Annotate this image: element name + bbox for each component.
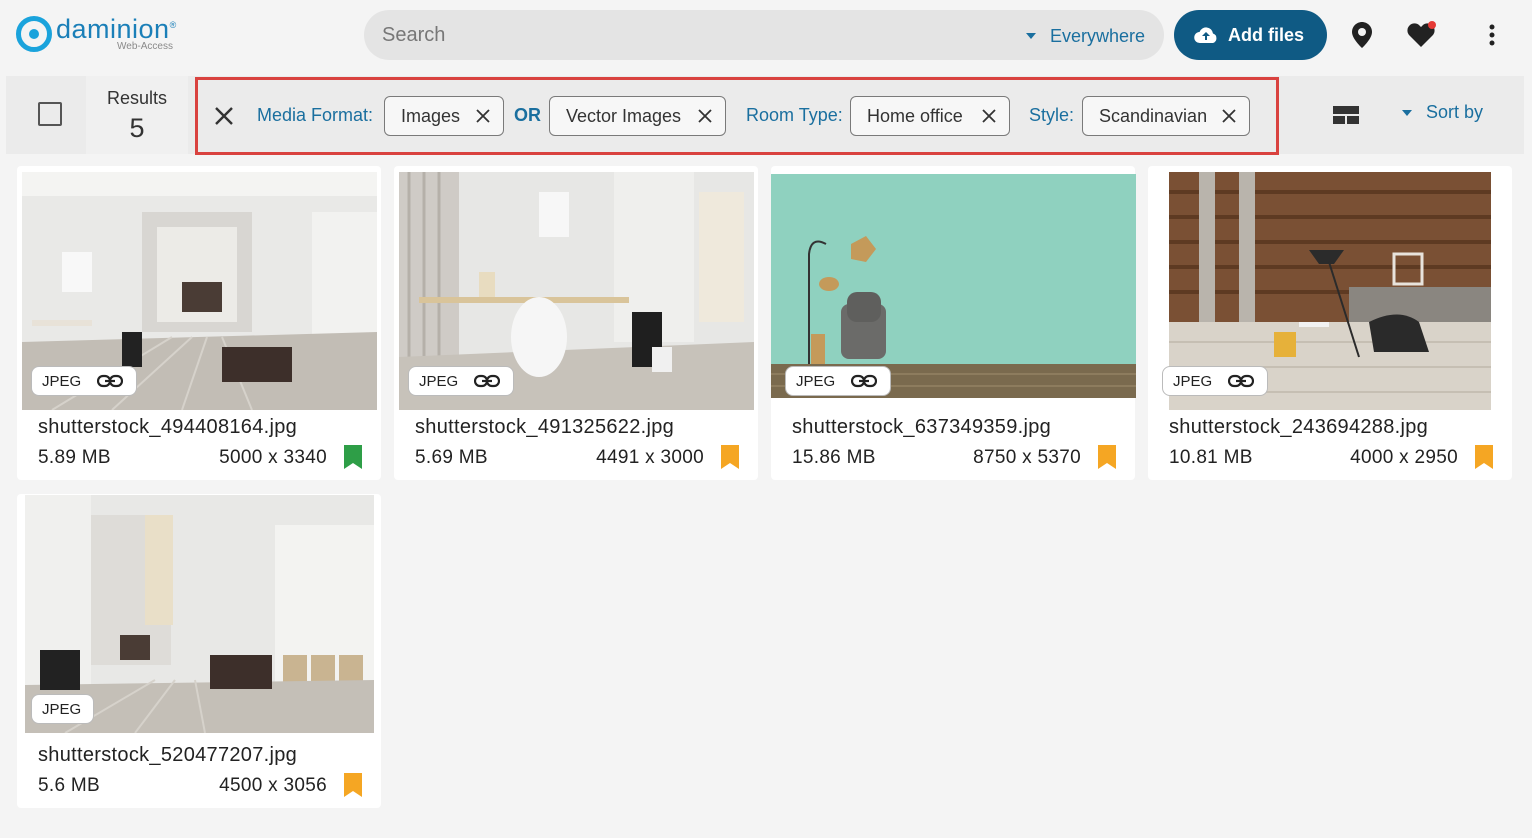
asset-thumbnail[interactable]	[771, 174, 1136, 398]
cloud-upload-icon	[1194, 27, 1217, 44]
asset-dimensions: 4491 x 3000	[596, 447, 704, 468]
asset-filesize: 5.89 MB	[38, 447, 111, 468]
asset-filename[interactable]: shutterstock_243694288.jpg	[1169, 416, 1428, 439]
results-toolbar: Results 5 Media Format: Images OR Vector…	[6, 76, 1524, 155]
more-vertical-icon[interactable]	[1477, 20, 1507, 50]
logo-wordmark: daminion	[56, 14, 170, 44]
orange-bookmark-icon[interactable]	[1098, 445, 1116, 469]
asset-card[interactable]: JPEG shutterstock_494408164.jpg 5.89 MB …	[17, 166, 381, 480]
filter-chip-label: Home office	[867, 105, 963, 126]
link-icon	[474, 374, 501, 388]
caret-down-icon	[1026, 33, 1036, 39]
favorites-heart-icon[interactable]	[1407, 20, 1437, 50]
remove-chip-icon[interactable]	[981, 108, 997, 124]
add-files-button[interactable]: Add files	[1174, 10, 1327, 60]
asset-dimensions: 5000 x 3340	[219, 447, 327, 468]
asset-filesize: 15.86 MB	[792, 447, 876, 468]
orange-bookmark-icon[interactable]	[344, 773, 362, 797]
remove-chip-icon[interactable]	[475, 108, 491, 124]
logo-mark-icon	[16, 16, 52, 52]
search-scope-dropdown[interactable]: Everywhere	[1026, 24, 1145, 48]
asset-dimensions: 4000 x 2950	[1350, 447, 1458, 468]
asset-card[interactable]: JPEG shutterstock_243694288.jpg 10.81 MB…	[1148, 166, 1512, 480]
active-filters-bar: Media Format: Images OR Vector Images Ro…	[195, 77, 1279, 155]
daminion-logo[interactable]: daminion® Web-Access	[16, 14, 196, 56]
green-bookmark-icon[interactable]	[344, 445, 362, 469]
format-label: JPEG	[1173, 372, 1213, 390]
logo-registered: ®	[169, 20, 177, 30]
format-label: JPEG	[419, 372, 459, 390]
format-badge: JPEG	[1162, 366, 1268, 396]
link-icon	[851, 374, 878, 388]
link-icon	[97, 374, 124, 388]
results-summary: Results 5	[86, 76, 188, 154]
asset-filename[interactable]: shutterstock_494408164.jpg	[38, 416, 297, 439]
caret-down-icon	[1402, 109, 1412, 116]
asset-card[interactable]: JPEG shutterstock_491325622.jpg 5.69 MB …	[394, 166, 758, 480]
filter-label-style: Style:	[1029, 105, 1075, 125]
filter-label-media-format: Media Format:	[257, 105, 374, 125]
asset-card[interactable]: JPEG shutterstock_520477207.jpg 5.6 MB 4…	[17, 494, 381, 808]
select-all-checkbox[interactable]	[38, 102, 62, 126]
asset-filesize: 5.69 MB	[415, 447, 488, 468]
filter-chip-label: Vector Images	[566, 105, 682, 126]
filter-label-room-type: Room Type:	[746, 105, 843, 125]
asset-filesize: 5.6 MB	[38, 775, 100, 796]
app-header: daminion® Web-Access Everywhere Add file…	[0, 0, 1532, 72]
results-label: Results	[106, 88, 168, 108]
filter-or-operator: OR	[514, 105, 541, 125]
format-badge: JPEG	[31, 366, 137, 396]
search-bar: Everywhere	[364, 10, 1164, 60]
search-input[interactable]	[382, 10, 982, 60]
filter-chip-label: Scandinavian	[1099, 105, 1208, 126]
link-icon	[1228, 374, 1255, 388]
sort-by-dropdown[interactable]: Sort by	[1402, 102, 1483, 123]
asset-card[interactable]: JPEG shutterstock_637349359.jpg 15.86 MB…	[771, 166, 1136, 480]
location-pin-icon[interactable]	[1347, 20, 1377, 50]
format-badge: JPEG	[31, 694, 94, 724]
view-mode-icon[interactable]	[1333, 106, 1359, 124]
results-count: 5	[129, 113, 145, 143]
filter-chip-vector-images[interactable]: Vector Images	[549, 96, 726, 136]
asset-filename[interactable]: shutterstock_637349359.jpg	[792, 416, 1051, 439]
remove-chip-icon[interactable]	[1221, 108, 1237, 124]
asset-filename[interactable]: shutterstock_491325622.jpg	[415, 416, 674, 439]
orange-bookmark-icon[interactable]	[1475, 445, 1493, 469]
orange-bookmark-icon[interactable]	[721, 445, 739, 469]
format-label: JPEG	[796, 372, 836, 390]
add-files-label: Add files	[1228, 24, 1305, 45]
format-label: JPEG	[42, 700, 82, 718]
clear-filters-icon[interactable]	[212, 104, 236, 128]
remove-chip-icon[interactable]	[697, 108, 713, 124]
asset-filename[interactable]: shutterstock_520477207.jpg	[38, 744, 297, 767]
format-label: JPEG	[42, 372, 82, 390]
filter-chip-images[interactable]: Images	[384, 96, 504, 136]
logo-subtitle: Web-Access	[117, 41, 173, 52]
search-scope-label: Everywhere	[1050, 25, 1146, 46]
sort-by-label: Sort by	[1426, 102, 1484, 122]
asset-filesize: 10.81 MB	[1169, 447, 1253, 468]
filter-chip-scandinavian[interactable]: Scandinavian	[1082, 96, 1250, 136]
format-badge: JPEG	[408, 366, 514, 396]
asset-dimensions: 8750 x 5370	[973, 447, 1081, 468]
asset-dimensions: 4500 x 3056	[219, 775, 327, 796]
filter-chip-home-office[interactable]: Home office	[850, 96, 1010, 136]
room-photo-image	[771, 174, 1136, 398]
format-badge: JPEG	[785, 366, 891, 396]
filter-chip-label: Images	[401, 105, 461, 126]
